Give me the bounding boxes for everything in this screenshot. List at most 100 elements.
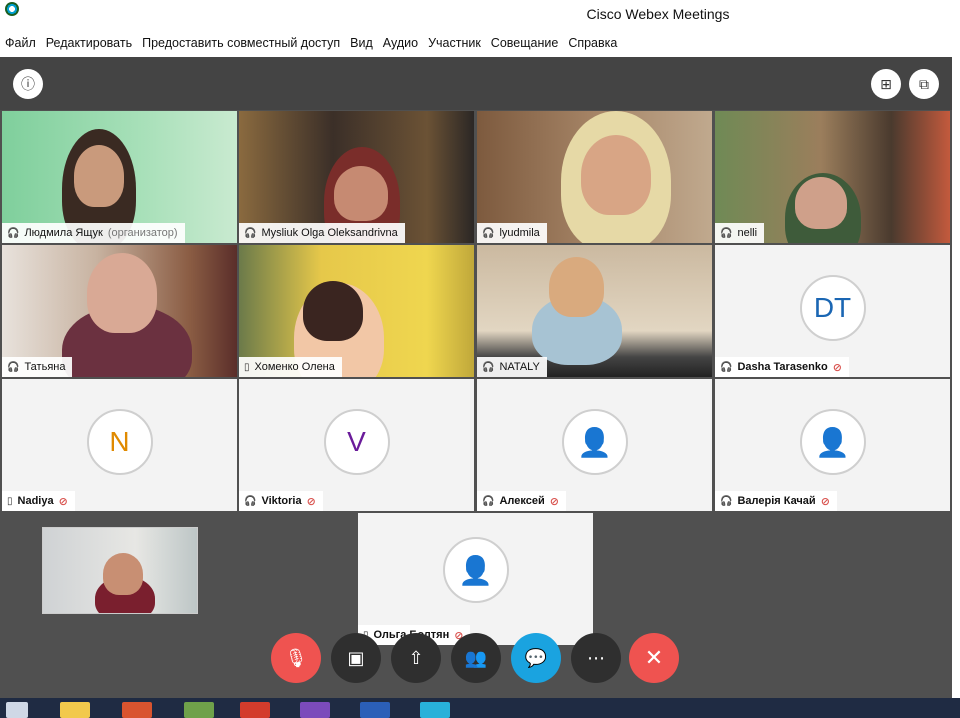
layout-switch-icon[interactable]: ⧉ bbox=[909, 69, 939, 99]
participant-name-bar: 🎧 Алексей ⊘ bbox=[477, 491, 566, 511]
participant-name: Валерія Качай bbox=[737, 495, 816, 507]
participant-name-bar: 🎧 Viktoria ⊘ bbox=[239, 491, 323, 511]
participant-name: lyudmila bbox=[499, 227, 540, 239]
headset-icon: 🎧 bbox=[720, 361, 733, 373]
menu-file[interactable]: Файл bbox=[0, 32, 41, 54]
participant-name-bar: 🎧 nelli bbox=[715, 223, 765, 243]
chat-icon[interactable]: 💬 bbox=[511, 633, 561, 683]
participant-face bbox=[549, 257, 604, 317]
video-tile[interactable]: 🎧 Mysliuk Olga Oleksandrivna bbox=[239, 111, 474, 243]
self-view-video[interactable] bbox=[42, 527, 198, 614]
participant-name-bar: 🎧 Валерія Качай ⊘ bbox=[715, 491, 837, 511]
mute-icon[interactable]: 🎙 bbox=[271, 633, 321, 683]
headset-icon: 🎧 bbox=[244, 495, 257, 507]
participant-name-bar: 🎧 Людмила Ящук (организатор) bbox=[2, 223, 185, 243]
participant-name-bar: 🎧 Dasha Tarasenko ⊘ bbox=[715, 357, 849, 377]
menu-bar: Файл Редактировать Предоставить совместн… bbox=[0, 32, 622, 54]
participant-name-bar: 🎧 NATALY bbox=[477, 357, 547, 377]
viber-icon[interactable] bbox=[300, 702, 330, 718]
video-tile[interactable]: 🎧 nelli bbox=[715, 111, 950, 243]
person-icon: 👤 bbox=[799, 409, 866, 475]
word-icon[interactable] bbox=[360, 702, 390, 718]
participant-tile[interactable]: DT 🎧 Dasha Tarasenko ⊘ bbox=[715, 245, 950, 377]
file-explorer-icon[interactable] bbox=[60, 702, 90, 718]
headset-icon: 🎧 bbox=[482, 361, 495, 373]
participants-icon[interactable]: 👥 bbox=[451, 633, 501, 683]
participant-name: NATALY bbox=[499, 361, 540, 373]
browser-icon[interactable] bbox=[122, 702, 152, 718]
avatar: V bbox=[323, 409, 390, 475]
muted-mic-icon: ⊘ bbox=[820, 495, 830, 508]
muted-mic-icon: ⊘ bbox=[832, 361, 842, 374]
participant-role: (организатор) bbox=[107, 227, 178, 239]
menu-edit[interactable]: Редактировать bbox=[41, 32, 137, 54]
window-title: Cisco Webex Meetings bbox=[586, 6, 730, 22]
phone-icon: ▯ bbox=[7, 495, 13, 507]
participant-name-bar: ▯ Nadiya ⊘ bbox=[2, 491, 75, 511]
meeting-controls: 🎙 ▣ ⇧ 👥 💬 ⋯ ✕ bbox=[271, 633, 681, 683]
muted-mic-icon: ⊘ bbox=[549, 495, 559, 508]
avatar: N bbox=[86, 409, 153, 475]
headset-icon: 🎧 bbox=[720, 495, 733, 507]
participant-face bbox=[334, 166, 388, 221]
headset-icon: 🎧 bbox=[7, 227, 20, 239]
participant-face bbox=[581, 135, 651, 215]
menu-view[interactable]: Вид bbox=[345, 32, 378, 54]
self-face bbox=[103, 553, 143, 595]
participant-name-bar: 🎧 lyudmila bbox=[477, 223, 547, 243]
participant-tile[interactable]: 👤 🎧 Алексей ⊘ bbox=[477, 379, 712, 511]
participant-hair bbox=[303, 281, 363, 341]
menu-share[interactable]: Предоставить совместный доступ bbox=[137, 32, 345, 54]
video-tile[interactable]: 🎧 lyudmila bbox=[477, 111, 712, 243]
headset-icon: 🎧 bbox=[720, 227, 733, 239]
participant-name: Nadiya bbox=[17, 495, 54, 507]
headset-icon: 🎧 bbox=[482, 227, 495, 239]
participant-name: Mysliuk Olga Oleksandrivna bbox=[261, 227, 398, 239]
menu-audio[interactable]: Аудио bbox=[378, 32, 423, 54]
windows-taskbar bbox=[0, 698, 960, 718]
video-tile[interactable]: ▯ Хоменко Олена bbox=[239, 245, 474, 377]
headset-icon: 🎧 bbox=[244, 227, 257, 239]
participant-name: Татьяна bbox=[24, 361, 66, 373]
headset-icon: 🎧 bbox=[482, 495, 495, 507]
webex-taskbar-icon[interactable] bbox=[420, 702, 450, 718]
participant-name: Viktoria bbox=[261, 495, 302, 507]
phone-icon: ▯ bbox=[244, 361, 250, 373]
participant-face bbox=[87, 253, 157, 333]
person-icon: 👤 bbox=[561, 409, 628, 475]
participant-name: Dasha Tarasenko bbox=[737, 361, 828, 373]
end-meeting-icon[interactable]: ✕ bbox=[629, 633, 679, 683]
participant-name: Хоменко Олена bbox=[254, 361, 335, 373]
video-tile[interactable]: 🎧 Людмила Ящук (организатор) bbox=[2, 111, 237, 243]
video-tile[interactable]: 🎧 NATALY bbox=[477, 245, 712, 377]
menu-meeting[interactable]: Совещание bbox=[486, 32, 564, 54]
participant-name-bar: ▯ Хоменко Олена bbox=[239, 357, 342, 377]
stop-video-icon[interactable]: ▣ bbox=[331, 633, 381, 683]
participant-name: Алексей bbox=[499, 495, 545, 507]
muted-mic-icon: ⊘ bbox=[58, 495, 68, 508]
participant-tile[interactable]: 👤 ▯ Ольга Болтян ⊘ bbox=[358, 513, 593, 645]
info-icon[interactable]: ⓘ bbox=[13, 69, 43, 99]
participant-tile[interactable]: N ▯ Nadiya ⊘ bbox=[2, 379, 237, 511]
participant-face bbox=[795, 177, 847, 229]
share-icon[interactable]: ⇧ bbox=[391, 633, 441, 683]
grid-view-icon[interactable]: ⊞ bbox=[871, 69, 901, 99]
taskbar-app-icon[interactable] bbox=[184, 702, 214, 718]
video-tile[interactable]: 🎧 Татьяна bbox=[2, 245, 237, 377]
person-icon: 👤 bbox=[442, 537, 509, 603]
participant-name-bar: 🎧 Mysliuk Olga Oleksandrivna bbox=[239, 223, 405, 243]
avatar: DT bbox=[799, 275, 866, 341]
participant-tile[interactable]: 👤 🎧 Валерія Качай ⊘ bbox=[715, 379, 950, 511]
participant-tile[interactable]: V 🎧 Viktoria ⊘ bbox=[239, 379, 474, 511]
start-icon[interactable] bbox=[6, 702, 28, 718]
more-icon[interactable]: ⋯ bbox=[571, 633, 621, 683]
menu-participant[interactable]: Участник bbox=[423, 32, 486, 54]
window-edge bbox=[952, 57, 960, 698]
participant-face bbox=[74, 145, 124, 207]
participant-name: Людмила Ящук bbox=[24, 227, 103, 239]
muted-mic-icon: ⊘ bbox=[306, 495, 316, 508]
menu-help[interactable]: Справка bbox=[563, 32, 622, 54]
headset-icon: 🎧 bbox=[7, 361, 20, 373]
chrome-icon[interactable] bbox=[240, 702, 270, 718]
meeting-top-bar: ⓘ ⊞ ⧉ bbox=[0, 57, 952, 110]
